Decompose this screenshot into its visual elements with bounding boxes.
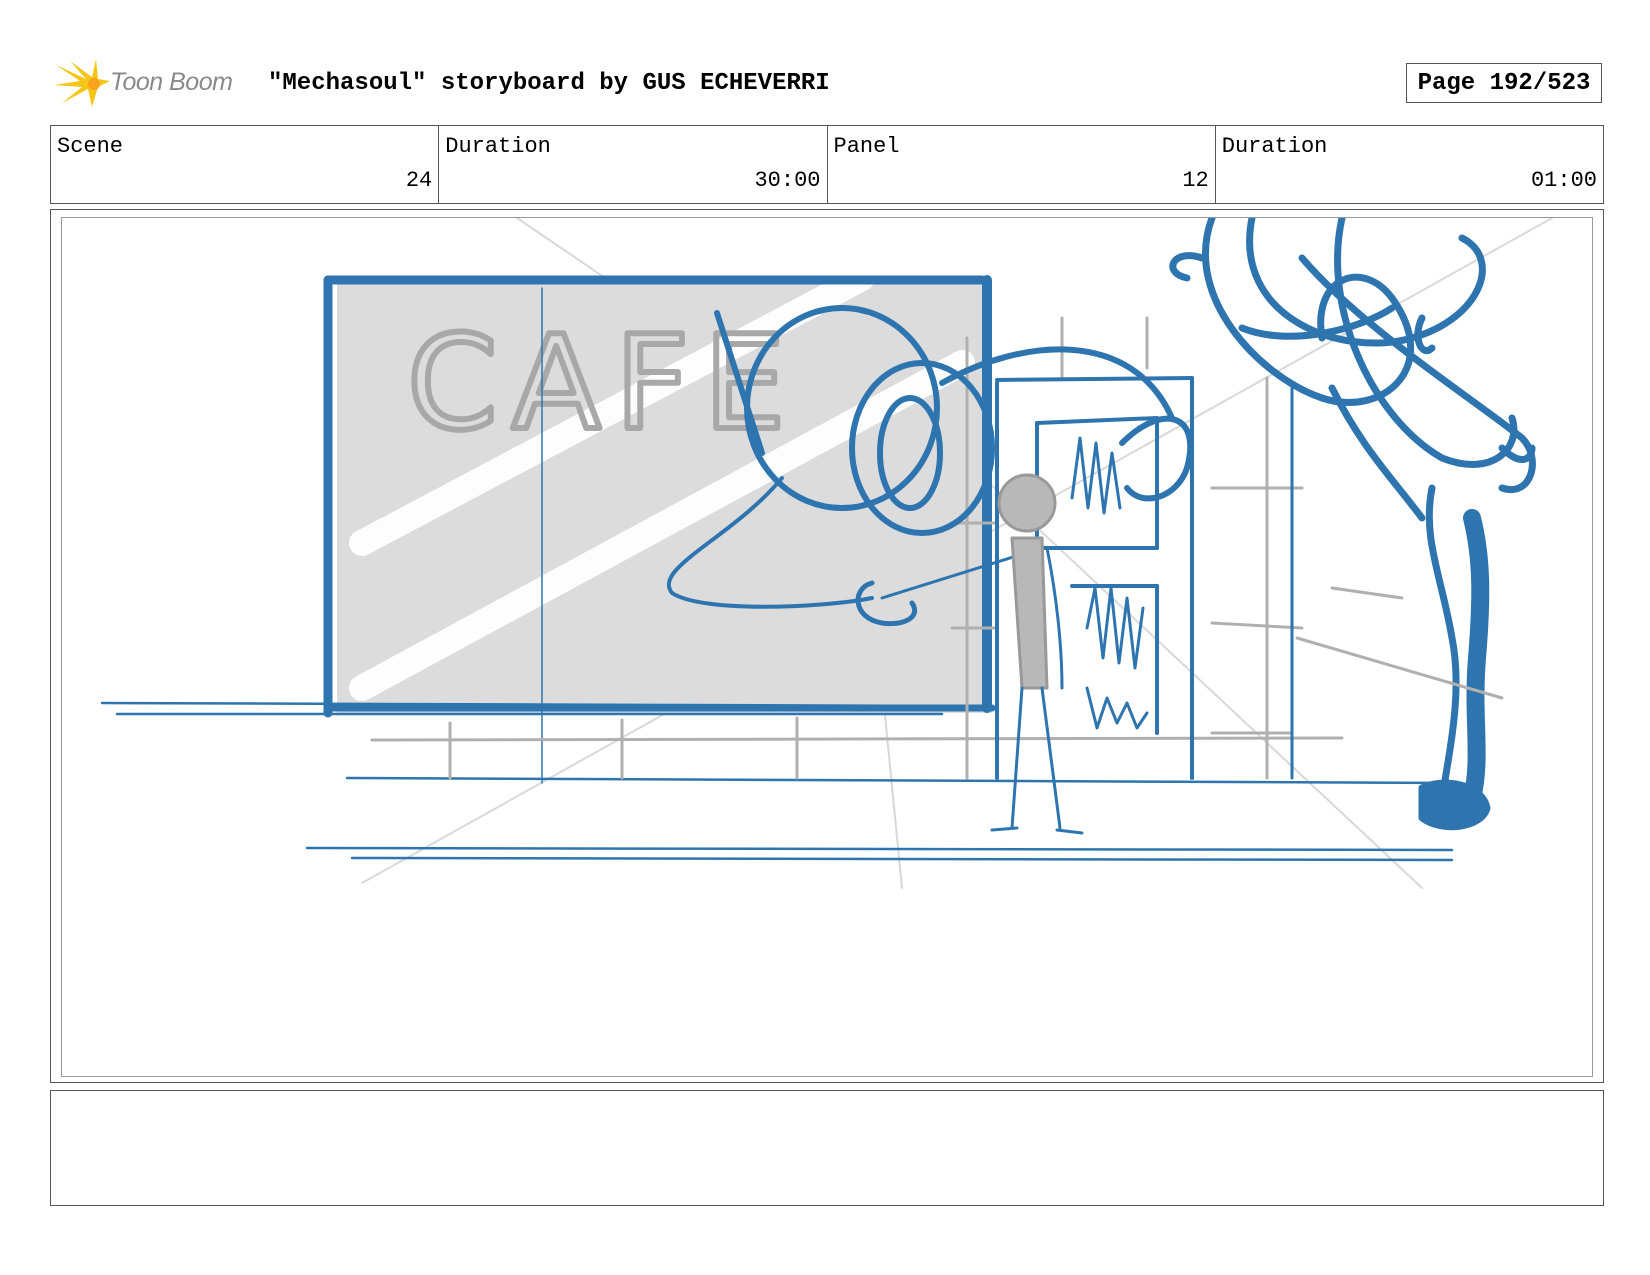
panel-notes-box [50, 1090, 1604, 1206]
panel-value: 12 [1182, 168, 1209, 193]
scene-duration-cell: Duration 30:00 [439, 126, 828, 203]
page-indicator: Page 192/523 [1406, 63, 1602, 103]
logo-text: Toon Boom [110, 68, 233, 96]
scene-info-table: Scene 24 Duration 30:00 Panel 12 Duratio… [50, 125, 1604, 204]
panel-label: Panel [833, 134, 900, 159]
panel-duration-value: 01:00 [1530, 168, 1597, 193]
scene-duration-label: Duration [445, 134, 551, 159]
scene-duration-value: 30:00 [754, 168, 821, 193]
page-label: Page 192/523 [1417, 69, 1591, 97]
scene-label: Scene [57, 134, 124, 159]
sidewalk-lines [100, 701, 1464, 862]
scene-cell: Scene 24 [51, 126, 440, 203]
storyboard-sketch: CAFE [100, 218, 1553, 889]
panel-cell: Panel 12 [828, 126, 1216, 203]
panel-duration-label: Duration [1221, 134, 1328, 159]
storyboard-title: "Mechasoul" storyboard by GUS ECHEVERRI [268, 70, 830, 97]
panel-duration-cell: Duration 01:00 [1216, 126, 1603, 203]
panel-drawing-area: CAFE [61, 217, 1593, 1077]
small-character [997, 473, 1057, 690]
scene-value: 24 [405, 168, 433, 193]
tree [1169, 218, 1536, 831]
